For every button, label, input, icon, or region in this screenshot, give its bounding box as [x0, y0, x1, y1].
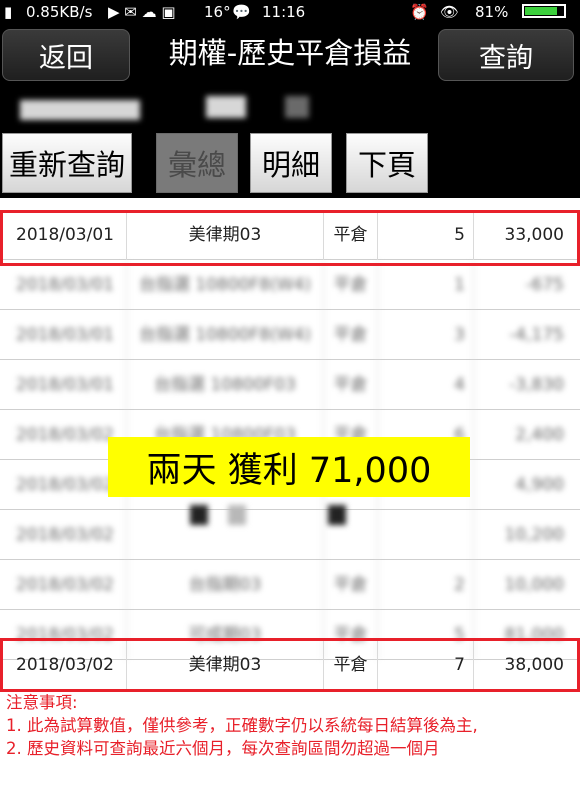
alarm-icon: ⏰: [410, 3, 429, 21]
date-cell: 2018/03/01: [4, 260, 127, 310]
contract-cell: 台指選 10800F8(W4): [127, 310, 324, 360]
requery-button[interactable]: 重新查詢: [2, 133, 132, 193]
contract-cell: 台指選 10800F03: [127, 360, 324, 410]
account-info-redacted: [20, 100, 140, 120]
account-info-redacted: [285, 96, 309, 118]
qty-cell: 1: [378, 260, 474, 310]
profit-banner: 兩天 獲利 71,000: [108, 437, 470, 497]
notes-heading: 注意事項:: [6, 693, 78, 712]
account-bar: [0, 86, 580, 130]
type-cell: 平倉: [324, 260, 378, 310]
date-cell: 2018/03/01: [4, 360, 127, 410]
signal-icon: ▮: [4, 3, 13, 21]
battery-icon: [522, 4, 566, 18]
page-title: 期權-歷史平倉損益: [168, 36, 412, 70]
highlight-box-last-row: [0, 638, 580, 692]
highlight-box-first-row: [0, 210, 580, 266]
next-page-button[interactable]: 下頁: [346, 133, 428, 193]
notes-line-1: 1. 此為試算數值，僅供參考，正確數字仍以系統每日結算後為主,: [6, 716, 478, 735]
battery-percent: 81%: [475, 3, 509, 21]
notes-line-2: 2. 歷史資料可查詢最近六個月，每次查詢區間勿超過一個月: [6, 739, 440, 758]
notes-section: 注意事項: 1. 此為試算數值，僅供參考，正確數字仍以系統每日結算後為主, 2.…: [6, 691, 576, 760]
title-bar: 返回 期權-歷史平倉損益 查詢: [0, 24, 580, 86]
type-cell: 平倉: [324, 560, 378, 610]
back-button[interactable]: 返回: [2, 29, 130, 81]
pl-cell: -3,830: [509, 375, 564, 395]
date-cell: 2018/03/02: [4, 560, 127, 610]
pl-cell: -4,175: [509, 325, 564, 345]
contract-cell: [127, 510, 324, 560]
qty-cell: 3: [378, 310, 474, 360]
table-row[interactable]: 2018/03/01 台指選 10800F8(W4) 平倉 1 -675: [0, 260, 580, 310]
chat-icon: 💬: [232, 3, 251, 21]
query-button[interactable]: 查詢: [438, 29, 574, 81]
table-row[interactable]: 2018/03/02 10,200: [0, 510, 580, 560]
redaction-mark: [190, 505, 208, 525]
tab-summary[interactable]: 彙總: [156, 133, 238, 193]
pl-cell: 2,400: [515, 425, 564, 445]
pl-cell: 10,200: [504, 525, 564, 545]
pl-cell: 4,900: [515, 475, 564, 495]
temperature: 16°: [204, 3, 231, 21]
qty-cell: 2: [378, 560, 474, 610]
contract-cell: 台指選 10800F8(W4): [127, 260, 324, 310]
eye-icon: 👁: [440, 3, 460, 21]
redaction-mark: [228, 505, 246, 525]
qty-cell: [378, 510, 474, 560]
net-speed: 0.85KB/s: [26, 3, 93, 21]
date-cell: 2018/03/02: [4, 510, 127, 560]
table-row[interactable]: 2018/03/01 台指選 10800F03 平倉 4 -3,830: [0, 360, 580, 410]
contract-cell: 台指期03: [127, 560, 324, 610]
qty-cell: 4: [378, 360, 474, 410]
type-cell: 平倉: [324, 360, 378, 410]
status-bar: ▮ 0.85KB/s ▶ ✉ ☁ ▣ 16° 💬 11:16 ⏰ 👁 81%: [0, 0, 580, 24]
tab-detail[interactable]: 明細: [250, 133, 332, 193]
date-cell: 2018/03/01: [4, 310, 127, 360]
table-row[interactable]: 2018/03/01 台指選 10800F8(W4) 平倉 3 -4,175: [0, 310, 580, 360]
redaction-mark: [328, 505, 346, 525]
account-info-redacted: [206, 96, 246, 118]
type-cell: 平倉: [324, 310, 378, 360]
pl-cell: -675: [525, 275, 564, 295]
notification-icons: ▶ ✉ ☁ ▣: [108, 3, 176, 21]
table-row[interactable]: 2018/03/02 台指期03 平倉 2 10,000: [0, 560, 580, 610]
pl-cell: 10,000: [504, 575, 564, 595]
tab-bar: 重新查詢 彙總 明細 下頁: [0, 130, 580, 198]
clock: 11:16: [262, 3, 306, 21]
